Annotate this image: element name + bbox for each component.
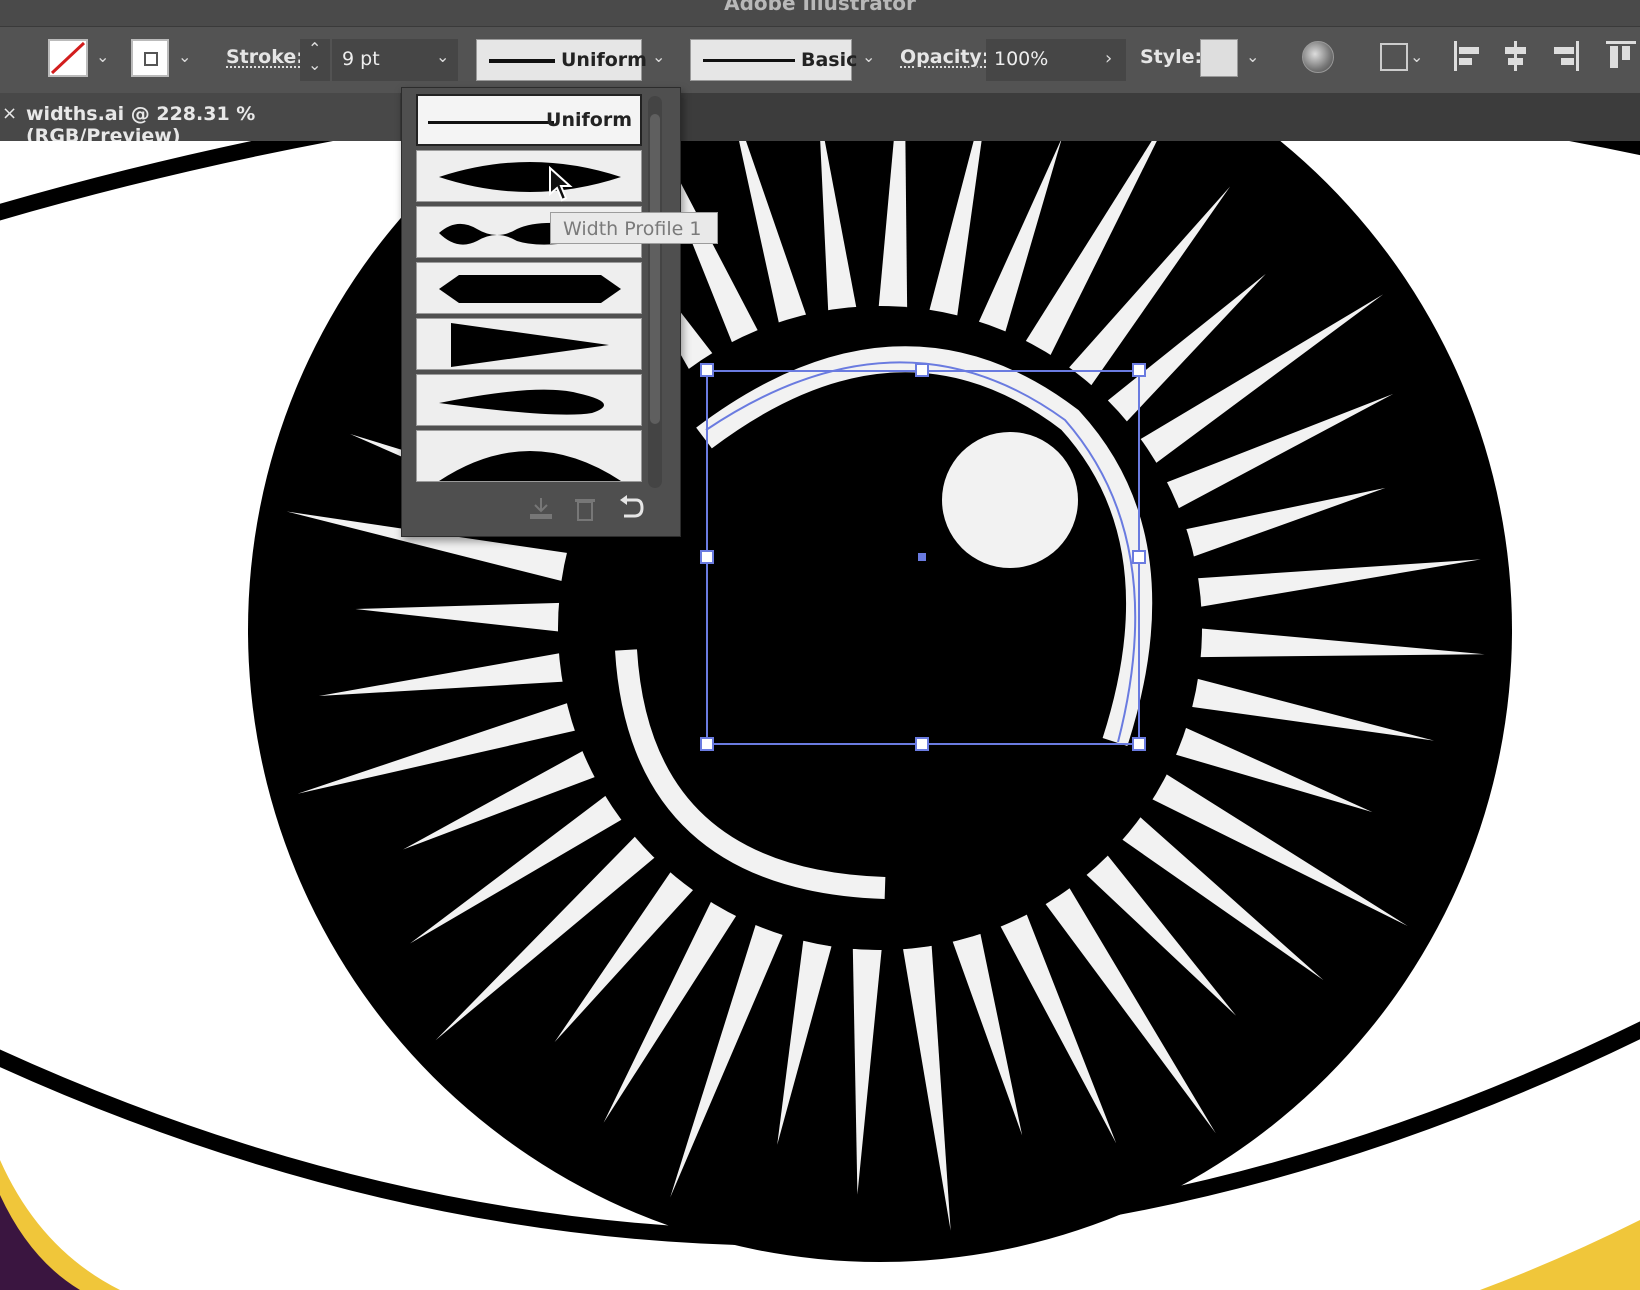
stroke-weight-input[interactable]: 9 pt [332,39,428,81]
brush-definition-chevron-icon[interactable]: ⌄ [862,47,875,66]
mouse-cursor-icon [549,166,573,202]
stroke-color-swatch[interactable] [48,39,88,77]
style-label: Style: [1140,46,1203,68]
add-to-profiles-icon[interactable] [526,496,556,522]
width-profile-tooltip: Width Profile 1 [550,212,718,244]
eye-artwork [0,141,1640,1290]
align-left-icon[interactable] [1452,39,1482,73]
handle-middle-right[interactable] [1132,550,1146,564]
brush-definition-value: Basic [801,49,858,71]
variable-width-profile-value: Uniform [561,49,647,71]
stroke-label[interactable]: Stroke: [226,46,304,68]
fill-color-swatch[interactable] [131,39,169,77]
handle-top-right[interactable] [1132,363,1146,377]
handle-top-left[interactable] [700,363,714,377]
variable-width-profile-select[interactable]: Uniform [476,39,647,81]
handle-top-center[interactable] [915,363,929,377]
handle-middle-left[interactable] [700,550,714,564]
align-top-icon[interactable] [1604,39,1638,73]
profile-option-5[interactable] [416,374,642,426]
profile-option-3[interactable] [416,262,642,314]
stroke-weight-value: 9 pt [342,48,380,70]
profile-option-4[interactable] [416,318,642,370]
eye-highlight [942,432,1078,568]
opacity-label[interactable]: Opacity: [900,46,989,68]
fill-color-chevron-icon[interactable]: ⌄ [178,47,191,66]
opacity-value: 100% [994,48,1049,70]
variable-width-profile-chevron-icon[interactable]: ⌄ [652,47,665,66]
brush-definition-select[interactable]: Basic [690,39,857,81]
panel-scrollbar[interactable] [648,96,662,488]
profile-option-6[interactable] [416,430,642,482]
handle-bottom-left[interactable] [700,737,714,751]
delete-profile-icon[interactable] [572,496,598,522]
handle-bottom-center[interactable] [915,737,929,751]
handle-bottom-right[interactable] [1132,737,1146,751]
align-right-icon[interactable] [1550,39,1580,73]
control-bar: ⌄ ⌄ Stroke: ⌃ ⌄ 9 pt ⌄ Uniform ⌄ Basic ⌄… [0,26,1640,94]
opacity-input[interactable]: 100% [986,39,1096,81]
close-icon[interactable]: × [2,103,17,124]
stroke-weight-stepper[interactable]: ⌃ ⌄ [300,39,330,81]
profile-option-1[interactable] [416,150,642,202]
style-chevron-icon[interactable]: ⌄ [1246,47,1259,66]
style-swatch[interactable] [1200,39,1238,77]
recolor-icon[interactable] [1302,41,1334,73]
stroke-color-chevron-icon[interactable]: ⌄ [96,47,109,66]
center-point [918,553,926,561]
yellow-accent-right [1480,1220,1640,1290]
fill-white-icon [144,52,158,66]
document-tab[interactable]: × widths.ai @ 228.31 % (RGB/Preview) [0,93,400,147]
reset-profiles-icon[interactable] [616,494,646,522]
stroke-weight-dropdown[interactable]: ⌄ [428,39,458,81]
stroke-none-icon [50,41,86,75]
app-title: Adobe Illustrator [724,0,916,15]
document-tab-bar: × widths.ai @ 228.31 % (RGB/Preview) [0,93,1640,147]
opacity-arrow-button[interactable]: › [1096,39,1126,81]
title-bar: Adobe Illustrator [0,0,1640,26]
align-center-icon[interactable] [1500,39,1530,73]
artboard-canvas[interactable] [0,141,1640,1290]
profile-uniform-label: Uniform [546,109,632,131]
profile-option-uniform[interactable]: Uniform [416,94,642,146]
transform-icon[interactable] [1380,43,1408,71]
width-profile-panel: Uniform [401,87,681,537]
transform-chevron-icon[interactable]: ⌄ [1410,47,1423,66]
